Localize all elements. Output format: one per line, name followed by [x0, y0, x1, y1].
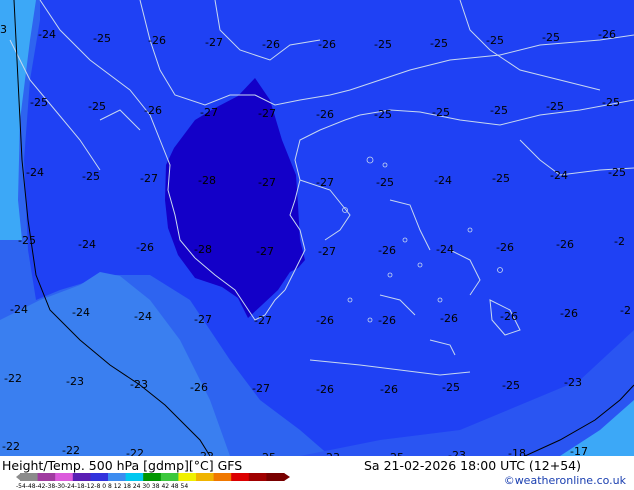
contour-label: -22 [126, 447, 144, 456]
credit-link[interactable]: ©weatheronline.co.uk [504, 474, 626, 487]
contour-label: -26 [316, 383, 334, 396]
colorbar-swatch [160, 473, 179, 481]
contour-label: -25 [602, 96, 620, 109]
contour-label: -25 [93, 32, 111, 45]
contour-label: -23 [448, 449, 466, 456]
contour-label: -25 [374, 38, 392, 51]
contour-label: -25 [82, 170, 100, 183]
contour-label: -26 [148, 34, 166, 47]
contour-label: -23 [564, 376, 582, 389]
contour-label: -17 [570, 445, 588, 456]
contour-label: -25 [30, 96, 48, 109]
contour-label: -25 [374, 108, 392, 121]
contour-label: -25 [542, 31, 560, 44]
contour-label: -26 [496, 241, 514, 254]
contour-label: -22 [2, 440, 20, 453]
contour-label: -28 [194, 243, 212, 256]
contour-label: -26 [560, 307, 578, 320]
contour-label: -2 [614, 235, 625, 248]
contour-label: -23 [66, 375, 84, 388]
contour-label: -24 [550, 169, 568, 182]
colorbar-arrow-left [16, 473, 21, 481]
contour-label: -26 [378, 244, 396, 257]
colorbar-swatch [248, 473, 267, 481]
contour-label: -25 [546, 100, 564, 113]
contour-label: -26 [136, 241, 154, 254]
contour-label: -24 [10, 303, 28, 316]
contour-label: -25 [490, 104, 508, 117]
map-datetime: Sa 21-02-2026 18:00 UTC (12+54) [364, 458, 581, 473]
contour-label: -26 [598, 28, 616, 41]
contour-label: -27 [140, 172, 158, 185]
contour-label: -25 [442, 381, 460, 394]
contour-label: -25 [502, 379, 520, 392]
contour-label: -26 [316, 314, 334, 327]
colorbar [16, 473, 290, 481]
colorbar-arrow-right [284, 473, 290, 481]
contour-label: -24 [436, 243, 454, 256]
colorbar-swatch [231, 473, 250, 481]
contour-label: -25 [88, 100, 106, 113]
contour-label: 3 [0, 23, 7, 36]
colorbar-swatch [20, 473, 39, 481]
colorbar-swatch [108, 473, 127, 481]
contour-label: -27 [316, 176, 334, 189]
contour-label: -27 [200, 106, 218, 119]
contour-label: -26 [262, 38, 280, 51]
contour-label: -25 [432, 106, 450, 119]
contour-label: -28 [198, 174, 216, 187]
contour-label: -27 [205, 36, 223, 49]
contour-label: -25 [430, 37, 448, 50]
colorbar-swatch [213, 473, 232, 481]
colorbar-swatch [55, 473, 74, 481]
contour-label: -27 [318, 245, 336, 258]
contour-label: -23 [130, 378, 148, 391]
contour-label: -27 [258, 107, 276, 120]
contour-label: -24 [134, 310, 152, 323]
contour-label: -26 [440, 312, 458, 325]
contour-label: -26 [556, 238, 574, 251]
contour-label: -27 [252, 382, 270, 395]
contour-label: -25 [18, 234, 36, 247]
contour-label: -25 [608, 166, 626, 179]
colorbar-ticks: -54-48-42-38-30-24-18-12-8 0 8 12 18 24 … [16, 483, 189, 490]
contour-label: -27 [258, 176, 276, 189]
contour-label: -27 [256, 245, 274, 258]
contour-label: -26 [378, 314, 396, 327]
contour-label: -22 [62, 444, 80, 456]
contour-label: -24 [72, 306, 90, 319]
contour-label: -26 [500, 310, 518, 323]
contour-label: -27 [194, 313, 212, 326]
contour-label: -24 [78, 238, 96, 251]
colorbar-swatch [178, 473, 197, 481]
contour-label: -18 [508, 447, 526, 456]
colorbar-swatch [90, 473, 109, 481]
contour-label: -26 [318, 38, 336, 51]
contour-label: -24 [434, 174, 452, 187]
contour-label: -24 [26, 166, 44, 179]
colorbar-swatch [72, 473, 91, 481]
colorbar-swatch [196, 473, 215, 481]
colorbar-swatch [37, 473, 56, 481]
colorbar-swatch [266, 473, 285, 481]
colorbar-swatch [143, 473, 162, 481]
contour-label: -25 [486, 34, 504, 47]
contour-label: -26 [190, 381, 208, 394]
contour-label: -24 [38, 28, 56, 41]
contour-label: -26 [380, 383, 398, 396]
contour-label: -25 [376, 176, 394, 189]
contour-label: -27 [254, 314, 272, 327]
map-footer: Height/Temp. 500 hPa [gdmp][°C] GFS Sa 2… [0, 456, 634, 490]
map-title: Height/Temp. 500 hPa [gdmp][°C] GFS [2, 458, 243, 473]
weather-map: 3 -24 -25 -26 -27 -26 -26 -25 -25 -25 -25 -26 -25 -25… [0, 0, 634, 456]
contour-label: -26 [316, 108, 334, 121]
contour-label: -25 [492, 172, 510, 185]
contour-label: -2 [620, 304, 631, 317]
contour-label: -26 [144, 104, 162, 117]
contour-label: -22 [4, 372, 22, 385]
colorbar-swatch [125, 473, 144, 481]
